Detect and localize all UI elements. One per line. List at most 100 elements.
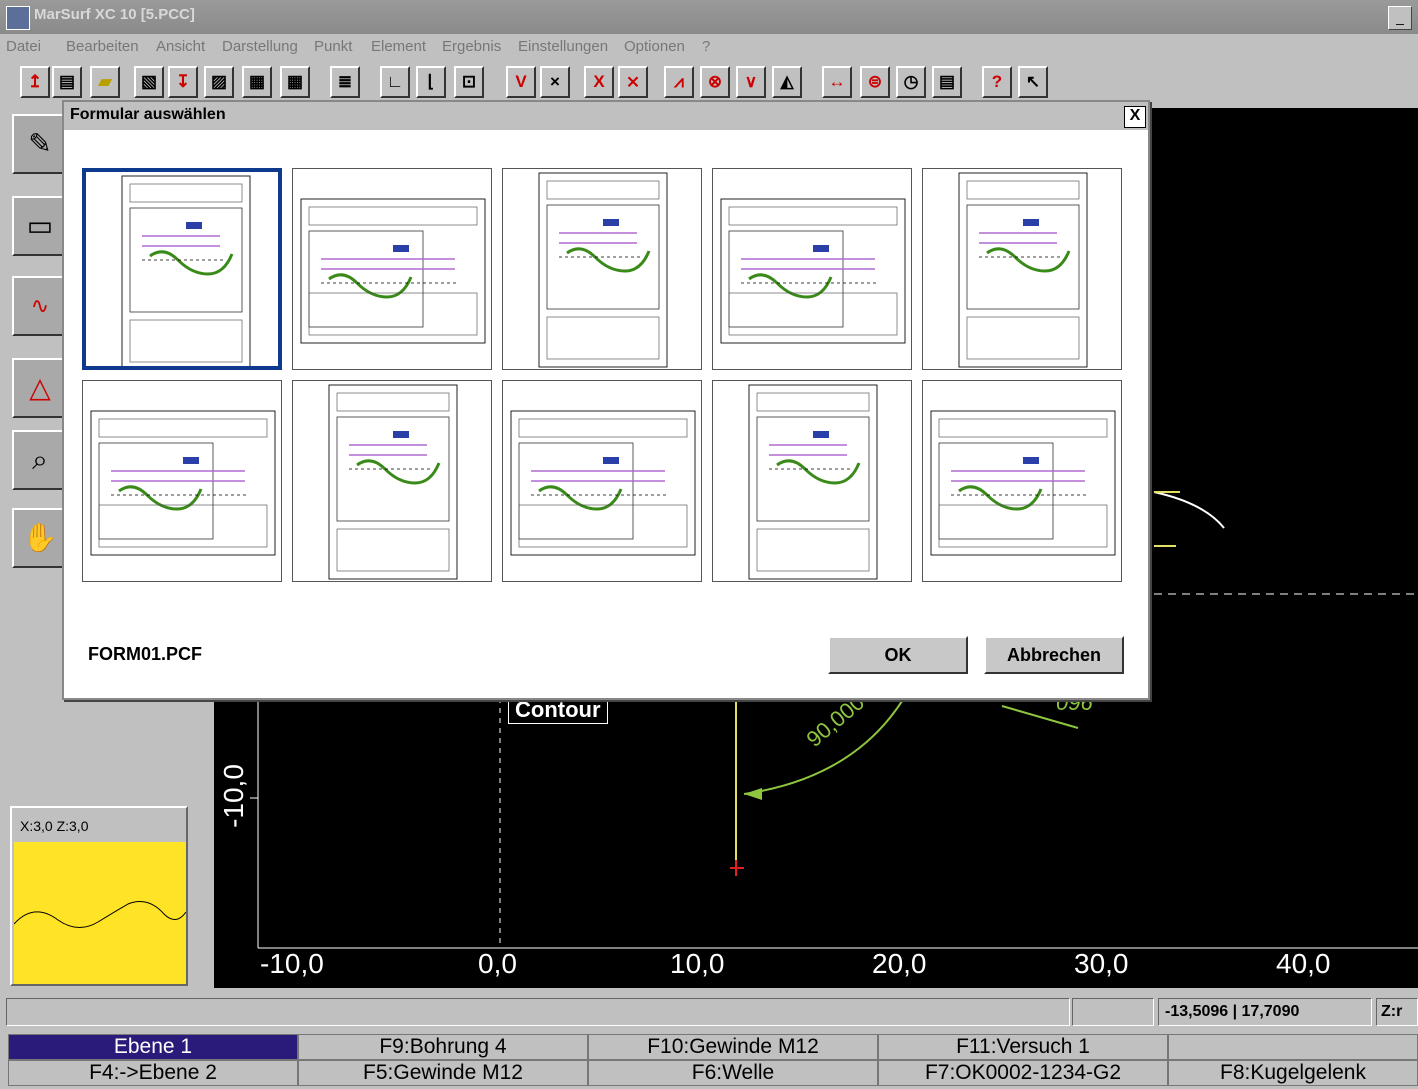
x-tick-label: 40,0: [1276, 948, 1331, 979]
menu-element[interactable]: Element: [371, 38, 426, 55]
import-icon[interactable]: ↧: [168, 66, 198, 98]
form-preview: [538, 172, 668, 368]
close-icon[interactable]: X: [1124, 106, 1146, 128]
export-icon[interactable]: ▨: [204, 66, 234, 98]
help-icon[interactable]: ?: [982, 66, 1012, 98]
axis-corner-icon[interactable]: ⌊: [416, 66, 446, 98]
angle-arrow: [744, 788, 762, 800]
magnifier-icon[interactable]: ⌕: [12, 430, 68, 490]
z-readout: Z:r: [1376, 998, 1418, 1026]
fkey-empty[interactable]: [1168, 1034, 1418, 1060]
fkey-f10[interactable]: F10:Gewinde M12: [588, 1034, 878, 1060]
calc-icon[interactable]: ▦: [242, 66, 272, 98]
form-preview: [720, 198, 906, 344]
form-preview: [328, 384, 458, 580]
hand-icon[interactable]: ✋: [12, 508, 68, 568]
form-icon[interactable]: ▤: [932, 66, 962, 98]
save-icon[interactable]: ▤: [52, 66, 82, 98]
arc-segment: [1153, 491, 1225, 529]
coordinate-readout: -13,5096 | 17,7090: [1158, 998, 1372, 1026]
preview-scale-label: X:3,0 Z:3,0: [20, 818, 89, 834]
form-thumbnail[interactable]: [82, 380, 282, 582]
axis-l-icon[interactable]: ∟: [380, 66, 410, 98]
distance-icon[interactable]: ↔: [822, 66, 852, 98]
axis-box-icon[interactable]: ⊡: [454, 66, 484, 98]
menu-help[interactable]: ?: [702, 38, 710, 55]
app-icon: [6, 6, 30, 30]
point-cut-icon[interactable]: ⨯: [618, 66, 648, 98]
mini-preview[interactable]: X:3,0 Z:3,0: [10, 806, 188, 986]
status-field: [1072, 998, 1154, 1026]
menu-einstellungen[interactable]: Einstellungen: [518, 38, 608, 55]
menu-darstellung[interactable]: Darstellung: [222, 38, 298, 55]
point-add-icon[interactable]: V: [506, 66, 536, 98]
x-tick-label: 20,0: [872, 948, 927, 979]
angle-v-icon[interactable]: ∨: [736, 66, 766, 98]
preview-canvas: [14, 842, 186, 984]
folder-icon[interactable]: ▰: [90, 66, 120, 98]
form-select-dialog: Formular auswählen X FORM01.PCF OK Abbre…: [62, 100, 1150, 700]
form-thumbnail[interactable]: [712, 380, 912, 582]
profile-icon[interactable]: ◭: [772, 66, 802, 98]
triangle-icon[interactable]: △: [12, 358, 68, 418]
point-cross-icon[interactable]: X: [584, 66, 614, 98]
form-preview: [300, 198, 486, 344]
form-preview: [510, 410, 696, 556]
open-icon[interactable]: ↥: [20, 66, 50, 98]
menu-ergebnis[interactable]: Ergebnis: [442, 38, 501, 55]
menu-punkt[interactable]: Punkt: [314, 38, 352, 55]
form-thumbnail[interactable]: [712, 168, 912, 370]
form-thumbnail[interactable]: [502, 168, 702, 370]
form-thumbnail[interactable]: [922, 380, 1122, 582]
fkey-f7[interactable]: F7:OK0002-1234-G2: [878, 1060, 1168, 1086]
form-thumbnail[interactable]: [292, 380, 492, 582]
form-preview: [90, 410, 276, 556]
contour-label: Contour: [508, 696, 608, 724]
title-bar: MarSurf XC 10 [5.PCC] _: [0, 0, 1418, 34]
cancel-button[interactable]: Abbrechen: [984, 636, 1124, 674]
ok-button[interactable]: OK: [828, 636, 968, 674]
line-fit-icon[interactable]: ⩘: [664, 66, 694, 98]
dialog-title: Formular auswählen: [70, 106, 226, 123]
fkey-f8[interactable]: F8:Kugelgelenk: [1168, 1060, 1418, 1086]
minimize-button[interactable]: _: [1388, 6, 1412, 30]
x-tick-label: 10,0: [670, 948, 725, 979]
fkey-f11[interactable]: F11:Versuch 1: [878, 1034, 1168, 1060]
print-icon[interactable]: ▧: [134, 66, 164, 98]
calc2-icon[interactable]: ▦: [280, 66, 310, 98]
menu-optionen[interactable]: Optionen: [624, 38, 685, 55]
x-tick-label: 30,0: [1074, 948, 1129, 979]
fkey-f4[interactable]: F4:->Ebene 2: [8, 1060, 298, 1086]
preview-profile: [14, 901, 186, 928]
toolbar: ↥ ▤ ▰ ▧ ↧ ▨ ▦ ▦ ≣ ∟ ⌊ ⊡ V × X ⨯ ⩘ ⊗ ∨ ◭ …: [0, 62, 1418, 104]
selected-filename: FORM01.PCF: [88, 644, 203, 664]
report-icon[interactable]: ≣: [330, 66, 360, 98]
scanner-icon[interactable]: ▭: [12, 196, 68, 256]
y-tick-label: -10,0: [217, 764, 249, 828]
fkey-f6[interactable]: F6:Welle: [588, 1060, 878, 1086]
form-thumbnail[interactable]: [82, 168, 282, 370]
form-preview: [748, 384, 878, 580]
context-help-icon[interactable]: ↖: [1018, 66, 1048, 98]
pen-icon[interactable]: ✎: [12, 114, 68, 174]
dialog-title-bar: Formular auswählen X: [64, 102, 1148, 130]
menu-datei[interactable]: Datei: [6, 38, 41, 55]
menu-ansicht[interactable]: Ansicht: [156, 38, 205, 55]
point-x-icon[interactable]: ×: [540, 66, 570, 98]
form-thumbnail[interactable]: [922, 168, 1122, 370]
fkey-ebene-1[interactable]: Ebene 1: [8, 1034, 298, 1060]
menu-bearbeiten[interactable]: Bearbeiten: [66, 38, 139, 55]
x-tick-label: 0,0: [478, 948, 517, 979]
form-preview: [930, 410, 1116, 556]
form-thumbnail[interactable]: [292, 168, 492, 370]
fkey-f9[interactable]: F9:Bohrung 4: [298, 1034, 588, 1060]
gauge-icon[interactable]: ◷: [896, 66, 926, 98]
menu-bar: Datei Bearbeiten Ansicht Darstellung Pun…: [0, 34, 1418, 60]
form-thumbnail[interactable]: [502, 380, 702, 582]
status-message: [6, 998, 1070, 1026]
circle-target-icon[interactable]: ⊗: [700, 66, 730, 98]
form-preview: [958, 172, 1088, 368]
signal-icon[interactable]: ∿: [12, 276, 68, 336]
fkey-f5[interactable]: F5:Gewinde M12: [298, 1060, 588, 1086]
zoom-element-icon[interactable]: ⊜: [860, 66, 890, 98]
